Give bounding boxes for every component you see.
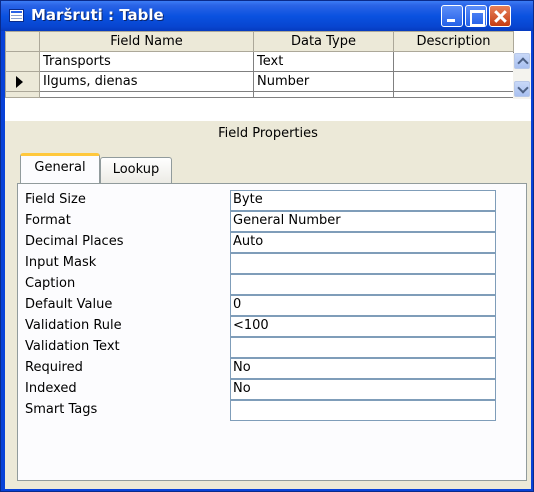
current-row-arrow-icon [16,76,23,88]
title-bar[interactable]: Maršruti : Table [1,1,533,31]
property-row-input-mask: Input Mask [18,253,528,274]
property-label: Required [25,360,83,375]
table-row: Ilgums, dienas Number [5,71,514,92]
window-title: Maršruti : Table [31,6,164,24]
minimize-button[interactable] [441,5,463,27]
property-label: Field Size [25,192,86,207]
description-cell[interactable] [393,71,514,92]
maximize-button[interactable] [465,5,487,27]
property-row-validation-text: Validation Text [18,337,528,358]
property-label: Format [25,213,71,228]
general-tab-body: Field Size Byte Format General Number De… [17,183,527,481]
property-row-field-size: Field Size Byte [18,190,528,211]
indexed-input[interactable]: No [230,379,496,400]
property-row-decimal-places: Decimal Places Auto [18,232,528,253]
tab-general[interactable]: General [20,153,100,183]
property-label: Validation Rule [25,318,122,333]
data-type-cell[interactable]: Text [253,51,394,72]
property-label: Input Mask [25,255,97,270]
property-row-caption: Caption [18,274,528,295]
close-button[interactable] [489,5,511,27]
scroll-down-arrow-icon[interactable] [514,81,530,97]
table-design-window: Maršruti : Table Field Name Data Type De… [0,0,534,492]
smart-tags-input[interactable] [230,400,496,421]
scroll-up-arrow-icon[interactable] [514,53,530,69]
description-cell[interactable] [393,91,514,98]
property-label: Caption [25,276,76,291]
property-label: Default Value [25,297,113,312]
field-name-cell[interactable]: Ilgums, dienas [39,71,254,92]
required-input[interactable]: No [230,358,496,379]
property-row-validation-rule: Validation Rule <100 [18,316,528,337]
property-label: Indexed [25,381,77,396]
field-size-input[interactable]: Byte [230,190,496,211]
data-type-cell[interactable] [253,91,394,98]
validation-text-input[interactable] [230,337,496,358]
property-row-required: Required No [18,358,528,379]
property-row-default-value: Default Value 0 [18,295,528,316]
row-selector[interactable] [5,51,40,72]
column-header-data-type[interactable]: Data Type [253,31,394,52]
column-header-field-name[interactable]: Field Name [39,31,254,52]
validation-rule-input[interactable]: <100 [230,316,496,337]
decimal-places-input[interactable]: Auto [230,232,496,253]
table-icon [9,9,24,22]
field-grid: Field Name Data Type Description Transpo… [5,31,531,121]
grid-header-row: Field Name Data Type Description [5,31,514,52]
property-row-smart-tags: Smart Tags [18,400,528,421]
vertical-scrollbar[interactable] [513,53,531,99]
field-properties-panel: General Lookup Field Size Byte Format Ge… [5,147,531,489]
data-type-cell[interactable]: Number [253,71,394,92]
property-label: Validation Text [25,339,120,354]
field-properties-header: Field Properties [218,126,318,141]
row-selector[interactable] [5,91,40,98]
format-input[interactable]: General Number [230,211,496,232]
property-row-indexed: Indexed No [18,379,528,400]
table-row [5,91,514,98]
input-mask-input[interactable] [230,253,496,274]
description-cell[interactable] [393,51,514,72]
column-header-description[interactable]: Description [393,31,514,52]
property-label: Smart Tags [25,402,98,417]
row-selector-header [5,31,40,52]
table-row: Transports Text [5,51,514,72]
caption-input[interactable] [230,274,496,295]
field-name-cell[interactable]: Transports [39,51,254,72]
tab-lookup[interactable]: Lookup [100,157,172,183]
field-name-cell[interactable] [39,91,254,98]
property-label: Decimal Places [25,234,124,249]
row-selector[interactable] [5,71,40,92]
client-area: Field Name Data Type Description Transpo… [5,31,531,489]
property-row-format: Format General Number [18,211,528,232]
default-value-input[interactable]: 0 [230,295,496,316]
